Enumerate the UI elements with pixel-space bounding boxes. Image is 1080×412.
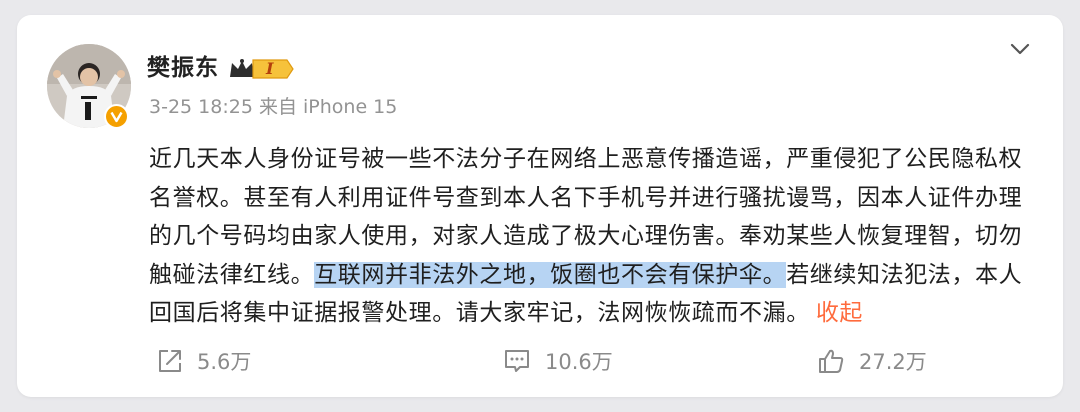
level-badge-label: I — [266, 59, 274, 78]
content-highlight: 互联网并非法外之地，饭圈也不会有保护伞。 — [314, 261, 787, 288]
share-icon — [159, 350, 181, 372]
verified-badge-icon — [104, 104, 129, 129]
comment-icon — [505, 350, 529, 372]
author-name[interactable]: 樊振东 — [147, 53, 219, 83]
like-count: 27.2万 — [859, 350, 927, 374]
like-icon — [819, 349, 844, 373]
level-crown-icon: I — [229, 57, 295, 81]
chevron-down-icon[interactable] — [1007, 39, 1033, 59]
post-card: 樊振东 I 3-25 18:25 来自 iPhone 15 近几天本人身份证号被… — [17, 15, 1063, 397]
post-meta: 3-25 18:25 来自 iPhone 15 — [149, 96, 398, 118]
share-button[interactable]: 5.6万 — [157, 341, 251, 381]
share-count: 5.6万 — [197, 350, 252, 374]
like-button[interactable]: 27.2万 — [817, 341, 927, 381]
post-content: 近几天本人身份证号被一些不法分子在网络上恶意传播造谣，严重侵犯了公民隐私权名誉权… — [149, 140, 1029, 333]
action-bar: 5.6万 10.6万 27.2万 — [17, 341, 1063, 381]
comment-count: 10.6万 — [545, 350, 613, 374]
collapse-link[interactable]: 收起 — [816, 300, 863, 326]
comment-button[interactable]: 10.6万 — [503, 341, 613, 381]
